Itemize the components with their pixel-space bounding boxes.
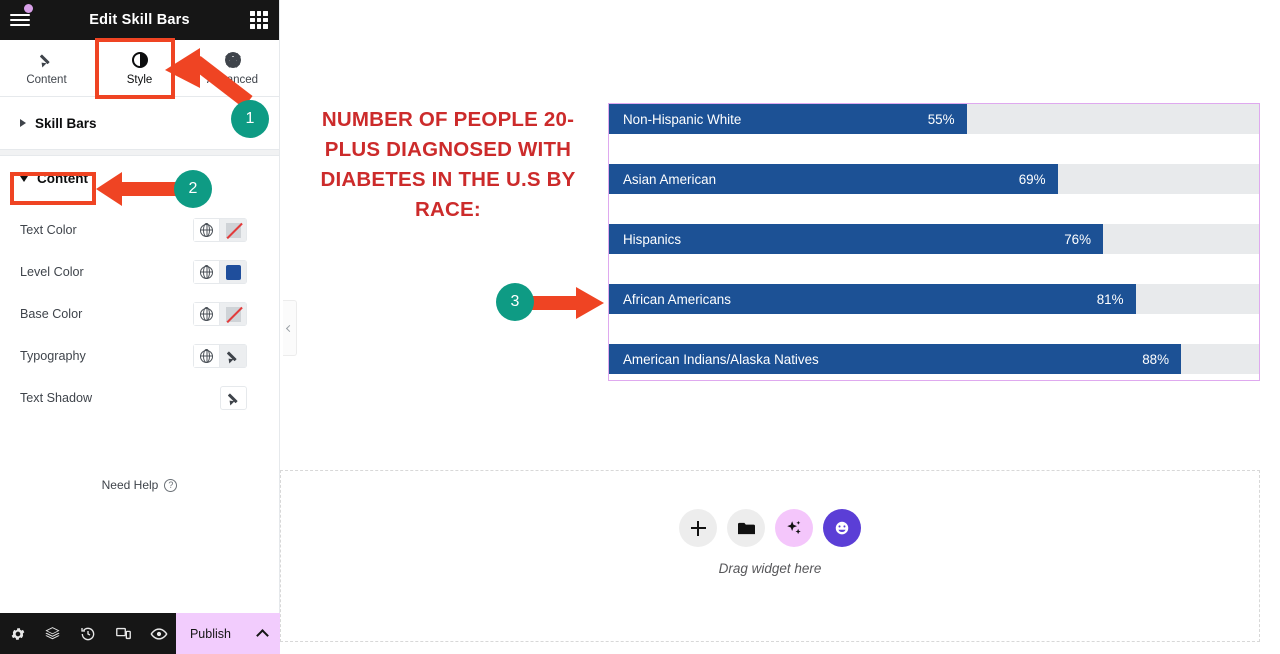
control-base-color-label: Base Color <box>20 307 83 321</box>
skill-bar-fill: Asian American 69% <box>609 164 1058 194</box>
panel-bottom-bar: Publish <box>0 613 280 654</box>
skill-bar-fill: American Indians/Alaska Natives 88% <box>609 344 1181 374</box>
globe-icon[interactable] <box>193 260 220 284</box>
typography-controls <box>193 344 247 368</box>
section-content[interactable]: Content <box>0 156 279 201</box>
panel-tabs: Content Style Advanced <box>0 40 279 97</box>
skill-bar-label: Asian American <box>623 171 717 187</box>
contrast-icon <box>131 51 148 69</box>
elementor-icon[interactable] <box>823 509 861 547</box>
hamburger-icon[interactable] <box>10 10 32 30</box>
need-help-label: Need Help <box>101 478 159 492</box>
editor-canvas: NUMBER OF PEOPLE 20-PLUS DIAGNOSED WITH … <box>280 0 1280 654</box>
publish-options-button[interactable] <box>244 613 280 654</box>
skill-bar-label: Non-Hispanic White <box>623 111 742 127</box>
help-icon: ? <box>164 478 178 492</box>
skill-bar-value: 69% <box>1018 171 1046 187</box>
control-level-color-label: Level Color <box>20 265 84 279</box>
annotation-marker-1: 1 <box>231 100 269 138</box>
skill-bar-label: American Indians/Alaska Natives <box>623 351 819 367</box>
gear-icon <box>225 51 241 69</box>
need-help-link[interactable]: Need Help ? <box>0 478 279 492</box>
edit-pencil-icon[interactable] <box>220 344 247 368</box>
tab-advanced[interactable]: Advanced <box>186 40 279 96</box>
layers-icon[interactable] <box>35 613 70 654</box>
skill-bar-fill: Hispanics 76% <box>609 224 1103 254</box>
tab-advanced-label: Advanced <box>206 73 259 86</box>
chevron-right-icon <box>20 119 26 127</box>
level-color-swatch <box>193 260 247 284</box>
editor-panel: Edit Skill Bars Content Style Advanced S… <box>0 0 280 654</box>
section-content-label: Content <box>37 171 88 186</box>
ai-sparkle-icon[interactable] <box>775 509 813 547</box>
us-map-graphic <box>977 0 1192 42</box>
tab-style-label: Style <box>126 73 153 86</box>
history-icon[interactable] <box>70 613 105 654</box>
panel-collapse-handle[interactable] <box>283 300 297 356</box>
skill-bar-label: Hispanics <box>623 231 682 247</box>
skill-bar-label: African Americans <box>623 291 731 307</box>
control-base-color: Base Color <box>0 293 279 335</box>
base-color-swatch <box>193 302 247 326</box>
annotation-marker-3: 3 <box>496 283 534 321</box>
control-text-color: Text Color <box>0 209 279 251</box>
text-color-swatch <box>193 218 247 242</box>
control-text-color-label: Text Color <box>20 223 77 237</box>
panel-divider <box>0 149 279 156</box>
widget-drop-area[interactable]: Drag widget here <box>280 470 1260 642</box>
chevron-left-icon <box>285 324 294 332</box>
control-text-shadow: Text Shadow <box>0 377 279 419</box>
page-title: Edit Skill Bars <box>89 12 190 28</box>
skill-bar-value: 81% <box>1096 291 1124 307</box>
control-typography: Typography <box>0 335 279 377</box>
responsive-icon[interactable] <box>106 613 141 654</box>
skill-bar-fill: Non-Hispanic White 55% <box>609 104 967 134</box>
color-picker-empty[interactable] <box>220 218 247 242</box>
color-picker-blue[interactable] <box>220 260 247 284</box>
skill-bar-track: African Americans 81% <box>609 284 1259 314</box>
annotation-marker-2: 2 <box>174 170 212 208</box>
folder-icon[interactable] <box>727 509 765 547</box>
globe-icon[interactable] <box>193 344 220 368</box>
skill-bar-track: Non-Hispanic White 55% <box>609 104 1259 134</box>
control-typography-label: Typography <box>20 349 86 363</box>
edit-pencil-icon[interactable] <box>220 386 247 410</box>
panel-header: Edit Skill Bars <box>0 0 279 40</box>
skill-bar-fill: African Americans 81% <box>609 284 1136 314</box>
skill-bar-value: 76% <box>1064 231 1091 247</box>
control-level-color: Level Color <box>0 251 279 293</box>
globe-icon[interactable] <box>193 218 220 242</box>
skill-bar-track: American Indians/Alaska Natives 88% <box>609 344 1259 374</box>
publish-label: Publish <box>189 626 231 641</box>
drop-area-label: Drag widget here <box>718 561 822 576</box>
color-picker-empty[interactable] <box>220 302 247 326</box>
control-text-shadow-label: Text Shadow <box>20 391 93 405</box>
pencil-icon <box>39 51 54 69</box>
skill-bar-track: Hispanics 76% <box>609 224 1259 254</box>
publish-button[interactable]: Publish <box>176 613 245 654</box>
skill-bars-widget[interactable]: Non-Hispanic White 55% Asian American 69… <box>608 103 1260 381</box>
tab-content-label: Content <box>26 73 67 86</box>
chevron-down-icon <box>20 175 28 182</box>
add-icon[interactable] <box>679 509 717 547</box>
section-skill-bars-label: Skill Bars <box>35 115 97 131</box>
elementor-editor: Edit Skill Bars Content Style Advanced S… <box>0 0 1280 654</box>
tab-style[interactable]: Style <box>93 40 186 96</box>
drop-area-buttons <box>679 509 861 547</box>
settings-icon[interactable] <box>0 613 35 654</box>
preview-icon[interactable] <box>141 613 176 654</box>
skill-bar-value: 55% <box>927 111 955 127</box>
skill-bar-value: 88% <box>1142 351 1169 367</box>
notification-dot-icon <box>24 4 33 13</box>
chart-title: NUMBER OF PEOPLE 20-PLUS DIAGNOSED WITH … <box>320 108 576 221</box>
tab-content[interactable]: Content <box>0 40 93 96</box>
grid-icon[interactable] <box>250 11 268 29</box>
globe-icon[interactable] <box>193 302 220 326</box>
style-controls: Text Color Level Color Base Color Typogr… <box>0 209 279 419</box>
skill-bar-track: Asian American 69% <box>609 164 1259 194</box>
